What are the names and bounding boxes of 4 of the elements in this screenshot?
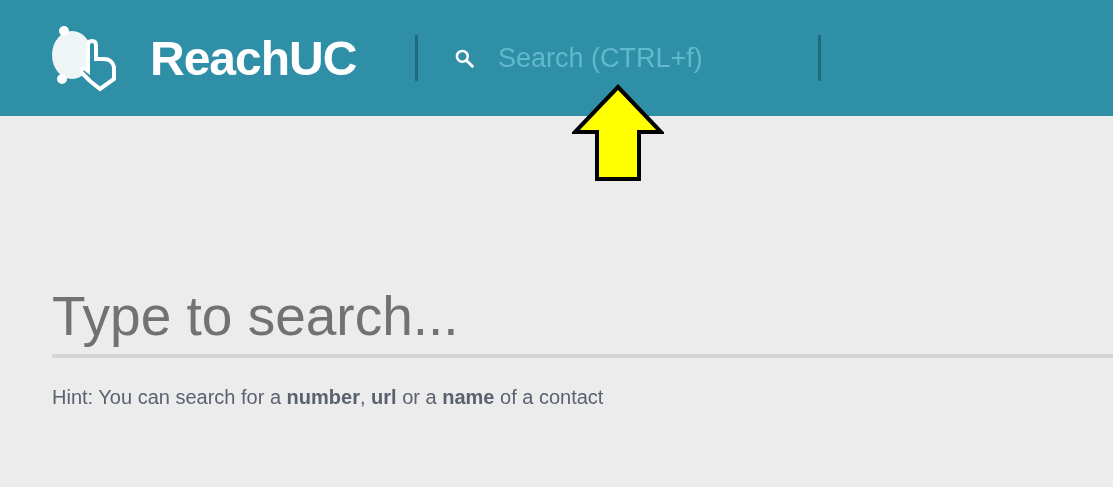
brand-name: ReachUC bbox=[150, 30, 358, 86]
arrow-icon bbox=[572, 84, 664, 182]
hint-text: Hint: You can search for a number, url or a name of a contact bbox=[52, 386, 605, 409]
search-field[interactable]: Type to search... bbox=[52, 284, 1113, 358]
